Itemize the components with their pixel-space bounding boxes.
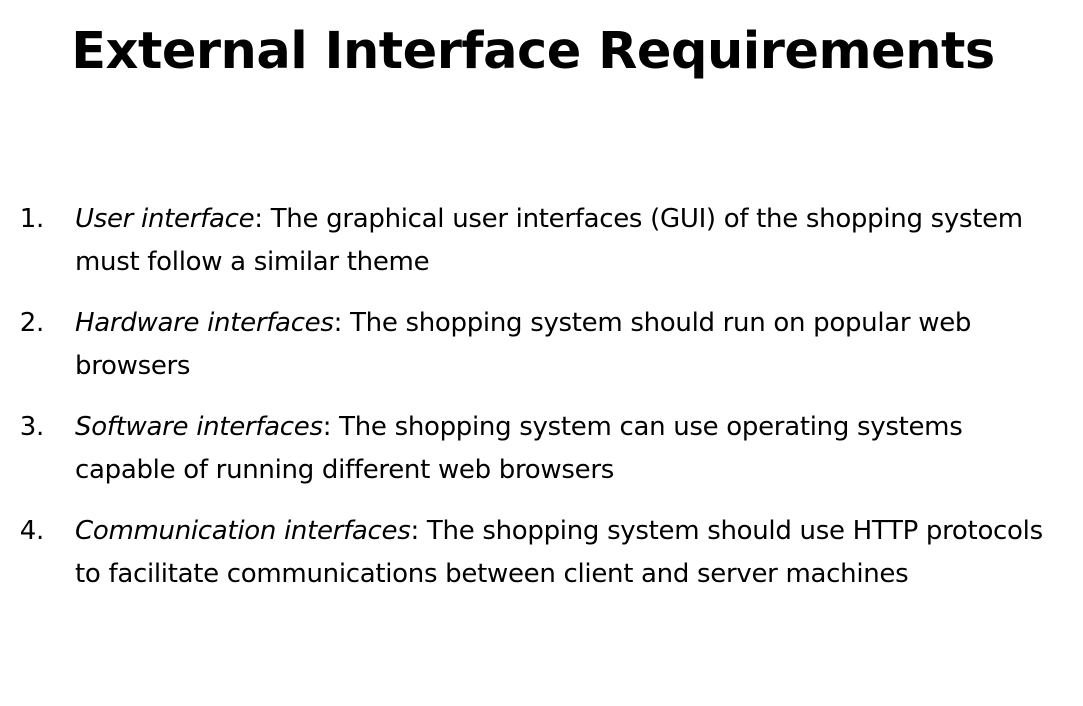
list-number: 4. xyxy=(19,516,45,546)
list-number: 2. xyxy=(19,308,45,338)
term-separator: : xyxy=(254,204,263,234)
slide-title: External Interface Requirements xyxy=(71,22,995,81)
term-separator: : xyxy=(322,412,332,442)
list-item-hardware-interfaces: 2. Hardware interfaces: The shopping sys… xyxy=(0,302,1060,387)
requirement-term: Software interfaces xyxy=(75,412,323,442)
list-number: 3. xyxy=(19,412,45,442)
requirement-term: User interface xyxy=(75,204,255,234)
term-separator: : xyxy=(333,308,343,338)
list-item-communication-interfaces: 4. Communication interfaces: The shoppin… xyxy=(0,510,1060,595)
requirement-term: Communication interfaces xyxy=(75,516,411,546)
requirement-term: Hardware interfaces xyxy=(75,308,334,338)
list-number: 1. xyxy=(19,204,45,234)
list-item-software-interfaces: 3. Software interfaces: The shopping sys… xyxy=(0,406,1060,491)
term-separator: : xyxy=(410,516,420,546)
list-item-user-interface: 1. User interface: The graphical user in… xyxy=(0,198,1060,283)
requirements-list: 1. User interface: The graphical user in… xyxy=(0,198,1060,614)
